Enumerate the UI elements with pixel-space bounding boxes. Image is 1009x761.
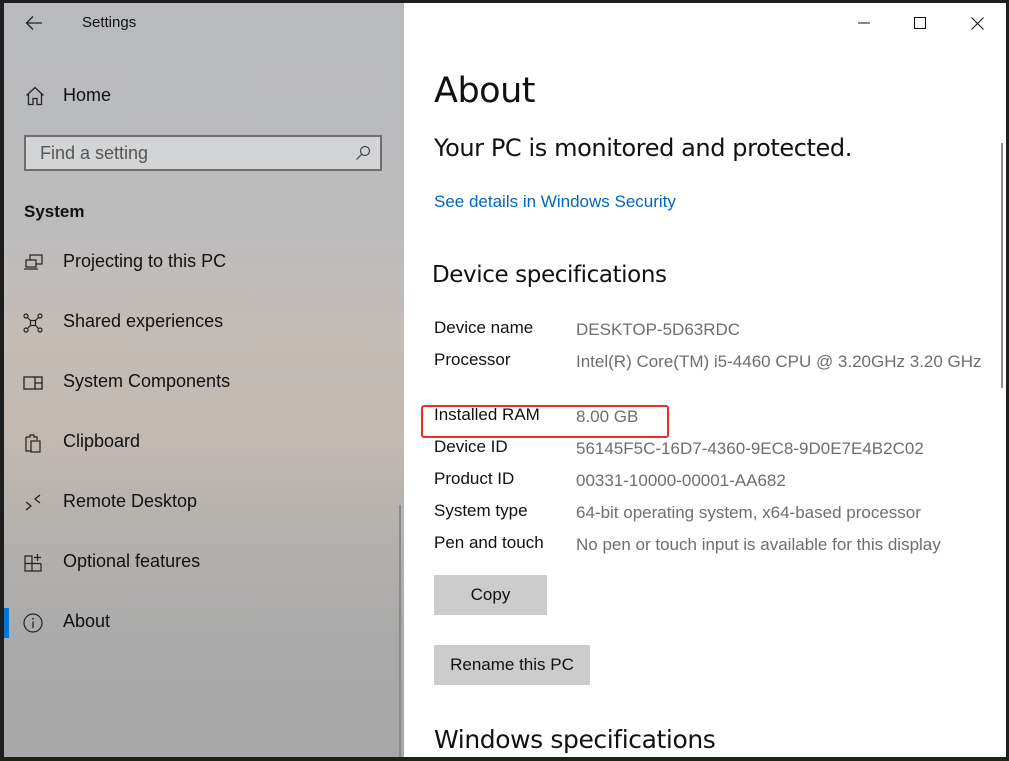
- spec-key: Product ID: [434, 469, 515, 488]
- clipboard-icon: [25, 434, 41, 453]
- sidebar-item-clipboard[interactable]: Clipboard: [4, 421, 404, 465]
- home-icon: [26, 86, 44, 106]
- search-icon[interactable]: [355, 145, 371, 161]
- minimize-button[interactable]: [836, 3, 892, 43]
- active-indicator: [4, 608, 9, 638]
- sidebar-item-system-components[interactable]: System Components: [4, 361, 404, 405]
- search-box[interactable]: [24, 135, 382, 171]
- back-arrow-icon: [25, 16, 42, 30]
- nav-home-label: Home: [63, 85, 112, 105]
- back-button[interactable]: [22, 11, 46, 35]
- protection-status: Your PC is monitored and protected.: [434, 134, 852, 162]
- search-input[interactable]: [26, 141, 342, 165]
- spec-key: Processor: [434, 350, 511, 369]
- remote-desktop-icon: [25, 494, 41, 511]
- optional-features-icon: [24, 554, 42, 572]
- maximize-button[interactable]: [892, 3, 948, 43]
- page-title: About: [434, 71, 535, 111]
- sidebar-item-remote-desktop[interactable]: Remote Desktop: [4, 481, 404, 525]
- sidebar-item-label: Clipboard: [63, 431, 141, 451]
- close-icon: [970, 16, 984, 30]
- system-components-icon: [23, 376, 43, 390]
- section-label-system: System: [24, 202, 85, 221]
- spec-value: 64-bit operating system, x64-based proce…: [576, 503, 921, 522]
- spec-value: 8.00 GB: [576, 407, 639, 426]
- sidebar-item-about[interactable]: About: [4, 601, 404, 645]
- sidebar-item-label: Remote Desktop: [63, 491, 198, 511]
- sidebar-item-label: Projecting to this PC: [63, 251, 227, 271]
- main-content: About Your PC is monitored and protected…: [404, 3, 1006, 757]
- main-scrollbar[interactable]: [1001, 143, 1003, 388]
- spec-key: Device name: [434, 318, 534, 337]
- spec-value: No pen or touch input is available for t…: [576, 535, 941, 554]
- settings-window: Settings Home System Proje: [4, 3, 1006, 757]
- projecting-icon: [24, 254, 43, 270]
- sidebar-item-label: System Components: [63, 371, 231, 391]
- sidebar-scrollbar[interactable]: [399, 505, 401, 757]
- app-title: Settings: [82, 14, 137, 31]
- info-icon: [23, 613, 43, 633]
- spec-value: DESKTOP-5D63RDC: [576, 320, 741, 339]
- sidebar: Settings Home System Proje: [4, 3, 404, 757]
- sidebar-item-projecting[interactable]: Projecting to this PC: [4, 241, 404, 285]
- nav-home[interactable]: Home: [4, 75, 404, 115]
- copy-button[interactable]: Copy: [434, 575, 547, 615]
- desktop-background: [0, 757, 1009, 761]
- sidebar-item-label: About: [63, 611, 111, 631]
- shared-experiences-icon: [23, 313, 43, 333]
- close-button[interactable]: [949, 3, 1005, 43]
- spec-key: Pen and touch: [434, 533, 544, 552]
- sidebar-item-shared-experiences[interactable]: Shared experiences: [4, 301, 404, 345]
- windows-specifications-heading: Windows specifications: [434, 725, 716, 754]
- spec-key: Device ID: [434, 437, 508, 456]
- spec-key: System type: [434, 501, 528, 520]
- rename-pc-button[interactable]: Rename this PC: [434, 645, 590, 685]
- windows-security-link[interactable]: See details in Windows Security: [434, 192, 676, 212]
- sidebar-item-label: Optional features: [63, 551, 201, 571]
- spec-value: 56145F5C-16D7-4360-9EC8-9D0E7E4B2C02: [576, 439, 924, 458]
- spec-key: Installed RAM: [434, 405, 540, 424]
- sidebar-item-optional-features[interactable]: Optional features: [4, 541, 404, 585]
- spec-value: 00331-10000-00001-AA682: [576, 471, 786, 490]
- maximize-icon: [914, 17, 926, 29]
- spec-value: Intel(R) Core(TM) i5-4460 CPU @ 3.20GHz …: [576, 352, 982, 371]
- minimize-icon: [858, 22, 870, 24]
- device-specifications-heading: Device specifications: [432, 262, 667, 288]
- sidebar-item-label: Shared experiences: [63, 311, 224, 331]
